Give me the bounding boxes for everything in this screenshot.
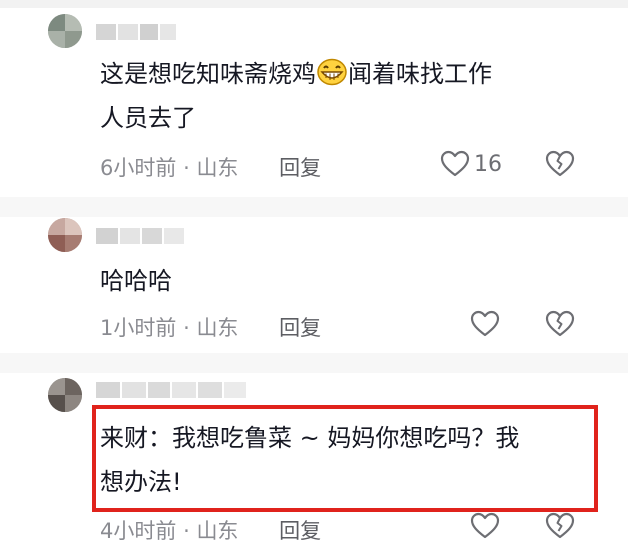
- reply-button[interactable]: 回复: [279, 316, 321, 340]
- comment-meta: 6小时前 · 山东 回复: [100, 152, 321, 182]
- comment-text: 这是想吃知味斋烧鸡 闻着味找工作 人员去了: [100, 52, 580, 140]
- dislike-button[interactable]: [545, 512, 575, 544]
- dislike-button[interactable]: [545, 310, 575, 342]
- avatar[interactable]: [48, 218, 82, 252]
- broken-heart-icon: [545, 150, 575, 177]
- location: 山东: [196, 519, 239, 543]
- comment-text: 哈哈哈: [100, 259, 172, 303]
- meta-separator: ·: [183, 156, 190, 180]
- like-button[interactable]: 16: [440, 150, 502, 178]
- like-button[interactable]: [470, 310, 500, 338]
- comment-text-part: 这是想吃知味斋烧鸡: [100, 60, 316, 88]
- like-button[interactable]: [470, 512, 500, 540]
- comment-meta: 4小时前 · 山东 回复: [100, 515, 321, 545]
- timestamp: 4小时前: [100, 519, 177, 543]
- comment-text-part: 哈哈哈: [100, 267, 172, 295]
- username-blurred[interactable]: [96, 382, 246, 398]
- comment-text-part: 人员去了: [100, 104, 196, 132]
- username-blurred[interactable]: [96, 228, 184, 244]
- reply-button[interactable]: 回复: [279, 519, 321, 543]
- location: 山东: [196, 156, 239, 180]
- reply-button[interactable]: 回复: [279, 156, 321, 180]
- heart-icon: [470, 512, 500, 539]
- meta-separator: ·: [183, 519, 190, 543]
- broken-heart-icon: [545, 512, 575, 539]
- avatar[interactable]: [48, 378, 82, 412]
- divider: [0, 353, 628, 373]
- comment-text-part: 闻着味找工作: [348, 60, 492, 88]
- meta-separator: ·: [183, 316, 190, 340]
- broken-heart-icon: [545, 310, 575, 337]
- like-count: 16: [474, 151, 502, 177]
- dislike-button[interactable]: [545, 150, 575, 182]
- username-blurred[interactable]: [96, 24, 176, 40]
- divider: [0, 197, 628, 217]
- heart-icon: [470, 310, 500, 337]
- timestamp: 1小时前: [100, 316, 177, 340]
- divider: [0, 0, 628, 8]
- grin-emoji-icon: [317, 58, 347, 86]
- location: 山东: [196, 316, 239, 340]
- timestamp: 6小时前: [100, 156, 177, 180]
- avatar[interactable]: [48, 14, 82, 48]
- highlight-box: [92, 405, 598, 512]
- heart-icon: [440, 150, 470, 177]
- comment-meta: 1小时前 · 山东 回复: [100, 312, 321, 342]
